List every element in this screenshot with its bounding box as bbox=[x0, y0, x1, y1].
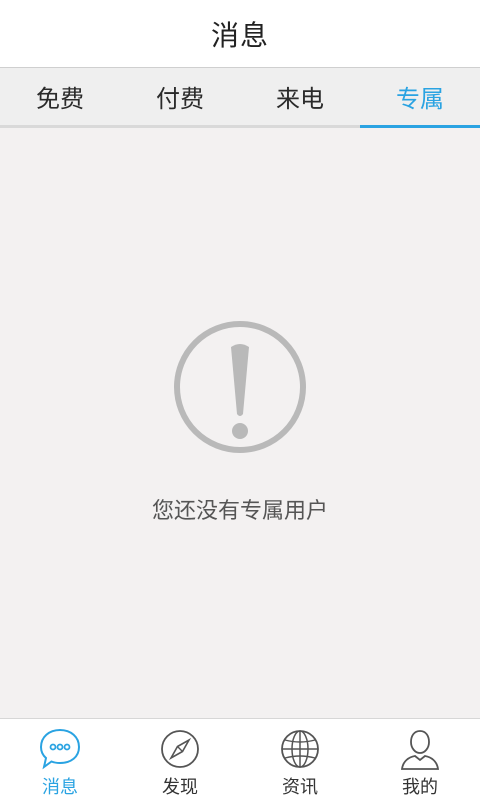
tab-exclusive[interactable]: 专属 bbox=[360, 68, 480, 128]
page-title: 消息 bbox=[210, 18, 269, 52]
empty-state: 您还没有专属用户 bbox=[0, 131, 480, 718]
empty-message: 您还没有专属用户 bbox=[151, 499, 328, 524]
tab-paid[interactable]: 付费 bbox=[120, 68, 240, 125]
nav-news[interactable]: 资讯 bbox=[240, 719, 360, 800]
nav-news-label: 资讯 bbox=[282, 777, 318, 798]
nav-profile[interactable]: 我的 bbox=[360, 719, 480, 800]
nav-profile-label: 我的 bbox=[402, 777, 438, 798]
tab-free[interactable]: 免费 bbox=[0, 68, 120, 125]
globe-icon bbox=[281, 730, 319, 768]
nav-discover[interactable]: 发现 bbox=[120, 719, 240, 800]
nav-discover-label: 发现 bbox=[162, 777, 198, 798]
warning-icon bbox=[174, 321, 306, 453]
bottom-navigation: 消息 发现 资讯 我的 bbox=[0, 718, 480, 800]
tab-calls[interactable]: 来电 bbox=[240, 68, 360, 125]
messages-screen: 消息 免费 付费 来电 专属 您还没有专属用户 消息 发现 资讯 我的 bbox=[0, 0, 480, 800]
nav-messages-label: 消息 bbox=[42, 777, 78, 798]
tab-bar: 免费 付费 来电 专属 bbox=[0, 68, 480, 128]
title-bar: 消息 bbox=[0, 0, 480, 68]
compass-icon bbox=[161, 730, 199, 768]
nav-messages[interactable]: 消息 bbox=[0, 719, 120, 800]
user-icon bbox=[400, 730, 440, 770]
chat-bubble-icon bbox=[39, 728, 81, 770]
